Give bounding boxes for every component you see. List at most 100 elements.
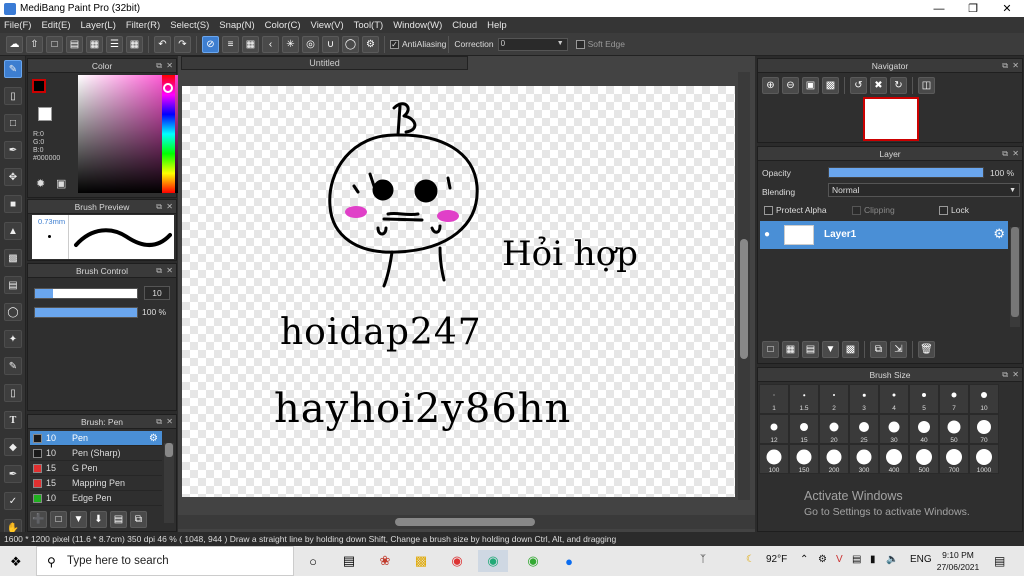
radial-snap-icon[interactable]: ✳ — [282, 35, 299, 53]
gear-icon[interactable]: ⚙ — [149, 431, 158, 446]
paint-app-icon[interactable]: ❀ — [370, 550, 400, 572]
new-8bit-layer-icon[interactable]: ▤ — [802, 341, 819, 358]
eyedropper-tool-icon[interactable]: ✓ — [4, 492, 22, 510]
lasso-tool-icon[interactable]: ◯ — [4, 303, 22, 321]
protect-alpha-checkbox[interactable] — [764, 206, 773, 215]
document-icon[interactable]: ▦ — [86, 35, 103, 53]
undock-icon[interactable]: ⧉ — [1002, 59, 1008, 73]
taskbar-search[interactable]: ⚲ Type here to search — [36, 546, 294, 576]
navigator-thumbnail[interactable] — [863, 97, 919, 141]
layer-opacity-slider[interactable] — [828, 167, 984, 178]
new-halftone-layer-icon[interactable]: ▦ — [782, 341, 799, 358]
close-button[interactable]: ✕ — [990, 0, 1024, 17]
share-icon[interactable]: ⇧ — [26, 35, 43, 53]
zalo-icon[interactable]: ● — [554, 550, 584, 572]
circle-snap-icon[interactable]: ◎ — [302, 35, 319, 53]
weather-temp[interactable]: 92°F — [766, 554, 787, 565]
tray-apps-icon[interactable]: ⚙ — [818, 554, 827, 565]
close-icon[interactable]: ✕ — [1012, 147, 1019, 161]
color-wheel-icon[interactable]: ✹ — [36, 177, 45, 190]
actual-size-icon[interactable]: ▩ — [822, 77, 839, 94]
brush-size-cell[interactable]: 4 — [879, 384, 909, 414]
brush-size-cell[interactable]: 12 — [759, 414, 789, 444]
new-folder-icon[interactable]: ▩ — [842, 341, 859, 358]
cloud-icon[interactable]: ☁ — [6, 35, 23, 53]
fit-icon[interactable]: ▣ — [802, 77, 819, 94]
rect-tool-icon[interactable]: □ — [4, 114, 22, 132]
ellipse-snap-icon[interactable]: ◯ — [342, 35, 359, 53]
foreground-color-swatch[interactable] — [32, 79, 46, 93]
snap-settings-icon[interactable]: ⚙ — [362, 35, 379, 53]
brush-size-cell[interactable]: 100 — [759, 444, 789, 474]
canvas-horizontal-scrollbar[interactable] — [178, 515, 755, 529]
brush-size-cell[interactable]: 40 — [909, 414, 939, 444]
menu-view[interactable]: View(V) — [311, 20, 344, 31]
brush-size-cell[interactable]: 7 — [939, 384, 969, 414]
soft-edge-checkbox[interactable] — [575, 39, 585, 49]
chrome-icon[interactable]: ◉ — [442, 550, 472, 572]
lock-checkbox[interactable] — [939, 206, 948, 215]
brush2-tool-icon[interactable]: ✒ — [4, 465, 22, 483]
menu-snap[interactable]: Snap(N) — [219, 20, 254, 31]
tray-chevron-icon[interactable]: ⌃ — [800, 554, 808, 565]
add-brush-icon[interactable]: ➕ — [30, 511, 47, 528]
menu-color[interactable]: Color(C) — [265, 20, 301, 31]
snap-off-icon[interactable]: ⊘ — [202, 35, 219, 53]
brush-tool-icon[interactable]: ✎ — [4, 60, 22, 78]
brush-size-cell[interactable]: 200 — [819, 444, 849, 474]
brush-size-cell[interactable]: 2 — [819, 384, 849, 414]
delete-layer-icon[interactable]: 🗑 — [918, 341, 935, 358]
message-icon[interactable]: ▤ — [66, 35, 83, 53]
comment-icon[interactable]: □ — [46, 35, 63, 53]
rotate-reset-icon[interactable]: ✖ — [870, 77, 887, 94]
magic-wand-tool-icon[interactable]: ✦ — [4, 330, 22, 348]
brush-menu-icon[interactable]: ▼ — [70, 511, 87, 528]
zoom-out-icon[interactable]: ⊖ — [782, 77, 799, 94]
brush-item[interactable]: 10 Pen (Sharp) — [30, 446, 162, 461]
select-eraser-tool-icon[interactable]: ▯ — [4, 384, 22, 402]
grid-icon[interactable]: ▦ — [126, 35, 143, 53]
brush-size-cell[interactable]: 3 — [849, 384, 879, 414]
close-icon[interactable]: ✕ — [1012, 368, 1019, 382]
eraser-tool-icon[interactable]: ▯ — [4, 87, 22, 105]
rotate-right-icon[interactable]: ↻ — [890, 77, 907, 94]
volume-icon[interactable]: 🔈 — [886, 554, 898, 565]
redo-icon[interactable]: ↷ — [174, 35, 191, 53]
brush-size-cell[interactable]: 30 — [879, 414, 909, 444]
undock-icon[interactable]: ⧉ — [156, 415, 162, 429]
new-brush-icon[interactable]: □ — [50, 511, 67, 528]
cross-snap-icon[interactable]: ▦ — [242, 35, 259, 53]
menu-window[interactable]: Window(W) — [393, 20, 442, 31]
brush-size-cell[interactable]: 20 — [819, 414, 849, 444]
pen-tool-icon[interactable]: ✒ — [4, 141, 22, 159]
menu-edit[interactable]: Edit(E) — [41, 20, 70, 31]
brush-size-cell[interactable]: 25 — [849, 414, 879, 444]
brush-size-cell[interactable]: 5 — [909, 384, 939, 414]
canvas-vertical-scrollbar[interactable] — [738, 72, 750, 500]
brush-list-scrollbar[interactable] — [164, 443, 174, 523]
brush-size-cell[interactable]: 50 — [939, 414, 969, 444]
background-color-swatch[interactable] — [38, 107, 52, 121]
layer-scrollbar[interactable] — [1010, 227, 1020, 327]
brush-item[interactable]: 10 Edge Pen — [30, 491, 162, 506]
weather-icon[interactable]: ☾ — [746, 554, 755, 565]
close-icon[interactable]: ✕ — [166, 415, 173, 429]
divide-tool-icon[interactable]: ◆ — [4, 438, 22, 456]
rotate-left-icon[interactable]: ↺ — [850, 77, 867, 94]
undo-icon[interactable]: ↶ — [154, 35, 171, 53]
undock-icon[interactable]: ⧉ — [1002, 368, 1008, 382]
brush-size-cell[interactable]: 700 — [939, 444, 969, 474]
language-indicator[interactable]: ENG — [910, 554, 932, 565]
menu-help[interactable]: Help — [487, 20, 507, 31]
brush-item[interactable]: 10 Pen ⚙ — [30, 431, 162, 446]
zoom-in-icon[interactable]: ⊕ — [762, 77, 779, 94]
drawing-canvas[interactable]: Hỏi hợp hoidap247 hayhoi2y86hn — [182, 86, 735, 497]
antialiasing-checkbox[interactable]: ✓ — [390, 39, 399, 49]
undock-icon[interactable]: ⧉ — [156, 264, 162, 278]
medibang-taskbar-icon[interactable]: ◉ — [478, 550, 508, 572]
correction-select[interactable]: 0 ▼ — [497, 37, 568, 51]
brush-item[interactable]: 15 Mapping Pen — [30, 476, 162, 491]
brush-size-cell[interactable]: 70 — [969, 414, 999, 444]
brush-size-cell[interactable]: 500 — [909, 444, 939, 474]
menu-cloud[interactable]: Cloud — [452, 20, 477, 31]
